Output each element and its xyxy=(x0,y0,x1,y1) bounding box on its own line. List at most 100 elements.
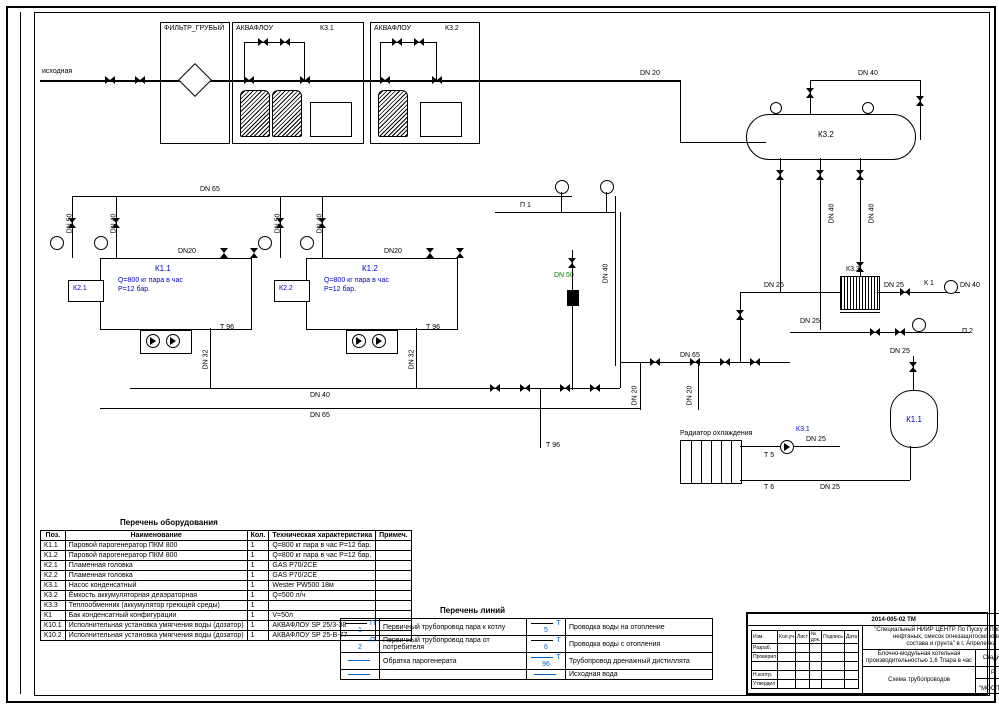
pipe xyxy=(920,80,921,140)
pipe xyxy=(840,312,880,313)
pump-icon xyxy=(166,334,180,348)
t96-label: Т 96 xyxy=(546,442,560,449)
p2-line xyxy=(790,332,970,333)
pipe xyxy=(561,192,562,212)
filter-label: ФИЛЬТР_ГРУБЫЙ xyxy=(164,25,224,32)
incoming-label: исходная xyxy=(42,68,72,75)
gauge-icon xyxy=(300,236,314,250)
valve-icon xyxy=(520,384,530,392)
valve-icon xyxy=(220,248,228,258)
k31-label: К3.1 xyxy=(796,426,810,433)
gauge-icon xyxy=(770,102,782,114)
gauge-icon xyxy=(50,236,64,250)
dn65-line xyxy=(100,408,640,409)
pipe xyxy=(606,192,607,212)
dn65-label: DN 65 xyxy=(200,186,220,193)
dn25-label: DN 25 xyxy=(890,348,910,355)
gauge-icon xyxy=(258,236,272,250)
gauge-icon xyxy=(94,236,108,250)
pump-icon xyxy=(146,334,160,348)
loop-line xyxy=(304,42,305,80)
dn25-label: DN 25 xyxy=(820,484,840,491)
pipe xyxy=(820,280,821,330)
aquaflow1-label: АКВАФЛОУ xyxy=(236,25,273,32)
loop-line xyxy=(244,42,304,43)
company: ООО "МОСПРТЕПЛОГАЗ" xyxy=(976,679,999,694)
valve-icon xyxy=(900,288,910,296)
softener-tank xyxy=(240,90,270,137)
dn40-label: DN 40 xyxy=(110,214,117,234)
valve-icon xyxy=(105,76,115,84)
project-line3: состава и грунта" в г. Апрелевка xyxy=(906,641,996,647)
valve-icon xyxy=(300,76,310,84)
p1-label: П 1 xyxy=(520,202,531,209)
control-unit xyxy=(420,102,462,137)
t6-label: Т 6 xyxy=(764,484,774,491)
dn20-label: DN20 xyxy=(384,248,402,255)
drawing-title: Схема трубопроводов xyxy=(863,667,976,694)
condensate-tank: К1.1 xyxy=(890,390,938,448)
aquaflow2-label: АКВАФЛОУ xyxy=(374,25,411,32)
t96-label: Т 96 xyxy=(426,324,440,331)
heat-exchanger-k33 xyxy=(840,276,880,310)
valve-icon xyxy=(244,76,254,84)
pump-k31 xyxy=(780,440,794,454)
title-block: 2014-005-02 ТМ Изм.Кол.учЛист№ док.Подпи… xyxy=(746,612,988,695)
valve-icon xyxy=(135,76,145,84)
dn20-label: DN 20 xyxy=(686,386,693,406)
softener-tank xyxy=(272,90,302,137)
valve-icon xyxy=(776,170,784,180)
pipe xyxy=(615,196,616,366)
valve-icon xyxy=(568,258,576,268)
lines-title: Перечень линий xyxy=(440,606,505,615)
dn20-label: DN 20 xyxy=(640,70,660,77)
p2-label: П 2 xyxy=(962,328,973,335)
control-unit xyxy=(310,102,352,137)
valve-icon xyxy=(456,248,464,258)
stage-col: Стадия xyxy=(976,650,999,667)
pipe xyxy=(680,80,681,142)
dn32-label: DN 32 xyxy=(408,350,415,370)
valve-icon xyxy=(736,310,744,320)
gauge-icon xyxy=(862,102,874,114)
lines-legend: П 1Первичный трубопровод пара к котлуТ 5… xyxy=(340,618,713,680)
dn40-label: DN 40 xyxy=(316,214,323,234)
loop-line xyxy=(436,42,437,80)
dn50-label: DN 50 xyxy=(66,214,73,234)
dn40-label: DN 40 xyxy=(310,392,330,399)
gauge-icon xyxy=(944,280,958,294)
pipe xyxy=(640,362,641,410)
gauge-icon xyxy=(555,180,569,194)
pipe xyxy=(910,446,911,480)
k21-label: К2.1 xyxy=(73,285,87,292)
dn40-label: DN 40 xyxy=(858,70,878,77)
valve-icon xyxy=(750,358,760,366)
k32-label: К3.2 xyxy=(818,130,834,139)
k11-tag: К1.1 xyxy=(155,264,171,273)
drawing-sheet: /*ticks drawn below via loop*/ ФИЛЬТР_ГР… xyxy=(0,0,999,706)
k12-spec: Q=800 кг пара в час P=12 бар. xyxy=(324,276,389,294)
valve-icon xyxy=(490,384,500,392)
softener-tank xyxy=(378,90,408,137)
k11tank-label: К1.1 xyxy=(906,415,922,424)
dn20-label: DN20 xyxy=(178,248,196,255)
dn25-label: DN 25 xyxy=(764,282,784,289)
dn40-label: DN 40 xyxy=(828,204,835,224)
valve-icon xyxy=(870,328,880,336)
valve-icon xyxy=(590,384,600,392)
valve-icon xyxy=(909,362,917,372)
p1-line xyxy=(495,212,615,213)
dn50-label: DN 50 xyxy=(554,272,574,279)
valve-icon xyxy=(650,358,660,366)
valve-icon xyxy=(414,38,424,46)
project-line2: нефтяных, смесок огнезащитосмазочного xyxy=(893,634,999,640)
pipe xyxy=(740,480,910,481)
dn65-label: DN 65 xyxy=(310,412,330,419)
dn32-label: DN 32 xyxy=(202,350,209,370)
margin-rule xyxy=(20,12,21,694)
dn40-label: DN 40 xyxy=(868,204,875,224)
valve-icon xyxy=(280,38,290,46)
radiator-label: Радиатор охлаждения xyxy=(680,430,752,437)
doc-no: 2014-005-02 ТМ xyxy=(748,614,999,626)
dn25-label: DN 25 xyxy=(806,436,826,443)
